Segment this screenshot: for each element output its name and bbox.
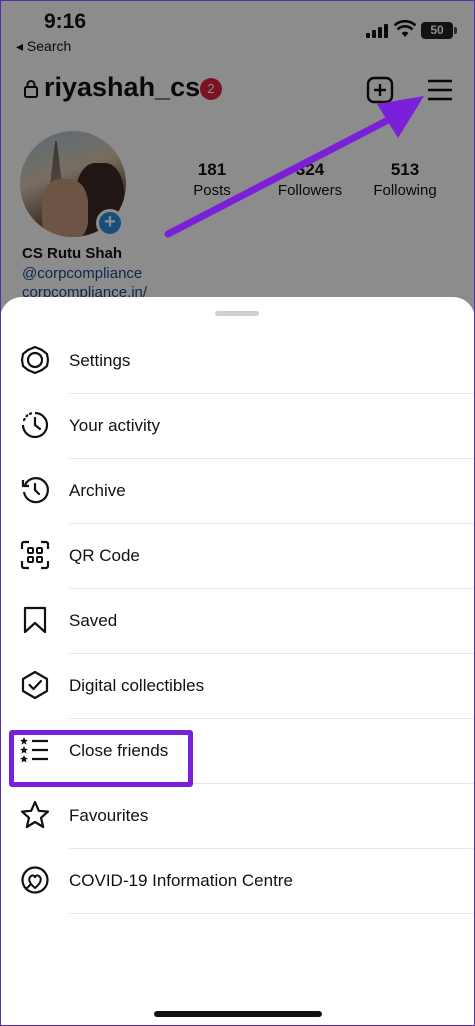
screenshot-border	[0, 0, 475, 1026]
